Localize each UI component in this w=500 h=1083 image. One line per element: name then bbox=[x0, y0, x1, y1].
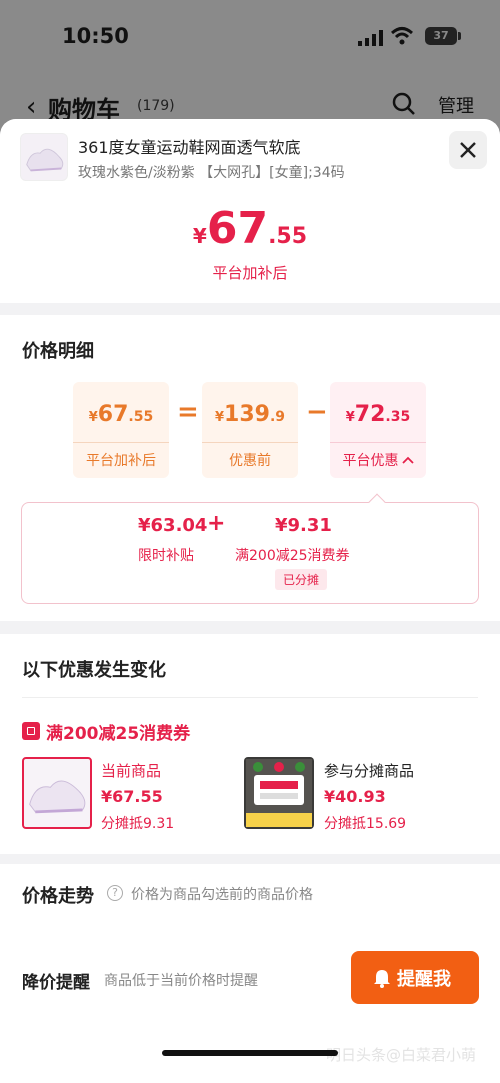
product-thumbnail bbox=[20, 133, 68, 181]
watermark: 明日头条@白菜君小萌 bbox=[326, 1046, 477, 1064]
current-item-image bbox=[22, 757, 92, 829]
help-icon[interactable]: ? bbox=[107, 885, 123, 901]
divider bbox=[22, 697, 478, 698]
subsidy-label: 限时补贴 bbox=[138, 548, 194, 564]
price-breakdown-section: 价格明细 ¥67.55 平台加补后 = ¥139.9 优惠前 − ¥72.35 … bbox=[0, 315, 500, 621]
changes-section: 以下优惠发生变化 满200减25消费券 当前商品 ¥67.55 分摊抵9.31 … bbox=[0, 634, 500, 854]
current-item-price: ¥67.55 bbox=[101, 787, 163, 806]
subsidy-value: ¥63.04 bbox=[138, 515, 208, 536]
minus-sign: − bbox=[306, 397, 328, 427]
final-price-box: ¥67.55 平台加补后 bbox=[73, 382, 169, 478]
original-price-box: ¥139.9 优惠前 bbox=[202, 382, 298, 478]
current-item-share: 分摊抵9.31 bbox=[101, 816, 175, 832]
cart-count: (179) bbox=[137, 98, 175, 114]
product-spec: 玫瑰水紫色/淡粉紫 【大网孔】[女童];34码 bbox=[78, 165, 345, 181]
product-title: 361度女童运动鞋网面透气软底 bbox=[78, 138, 301, 157]
shared-item-price: ¥40.93 bbox=[324, 787, 386, 806]
final-price-label: 平台加补后 bbox=[212, 264, 288, 282]
trend-title: 价格走势 bbox=[22, 886, 94, 907]
trend-note: 价格为商品勾选前的商品价格 bbox=[131, 887, 313, 903]
changes-title: 以下优惠发生变化 bbox=[22, 660, 166, 681]
plus-sign: + bbox=[207, 511, 226, 536]
final-price: ¥67.55 bbox=[192, 203, 308, 254]
signal-icon bbox=[358, 30, 383, 46]
close-icon bbox=[460, 142, 476, 158]
shared-item-image bbox=[244, 757, 314, 829]
shared-item-share: 分摊抵15.69 bbox=[324, 816, 407, 832]
section-title: 价格明细 bbox=[22, 341, 94, 362]
manage-button[interactable]: 管理 bbox=[438, 92, 474, 118]
current-item-label: 当前商品 bbox=[101, 762, 162, 780]
coupon-title: 满200减25消费券 bbox=[46, 724, 191, 744]
status-bar: 10:50 37 bbox=[0, 22, 500, 52]
home-indicator bbox=[162, 1050, 338, 1056]
bell-icon bbox=[374, 970, 390, 988]
shared-item-label: 参与分摊商品 bbox=[324, 762, 415, 780]
status-time: 10:50 bbox=[62, 24, 129, 48]
battery-icon: 37 bbox=[425, 27, 457, 45]
close-button[interactable] bbox=[449, 131, 487, 169]
discount-breakdown-box: ¥63.04 + ¥9.31 限时补贴 满200减25消费券 已分摊 bbox=[21, 502, 479, 604]
wifi-icon bbox=[390, 27, 414, 45]
coupon-icon bbox=[22, 722, 40, 740]
coupon-label: 满200减25消费券 bbox=[235, 548, 350, 564]
search-icon[interactable] bbox=[392, 92, 416, 116]
back-arrow-icon[interactable]: ‹ bbox=[26, 92, 36, 122]
remind-me-button[interactable]: 提醒我 bbox=[351, 951, 479, 1004]
chevron-up-icon bbox=[401, 456, 414, 464]
price-alert-note: 商品低于当前价格时提醒 bbox=[104, 973, 258, 989]
product-header: 361度女童运动鞋网面透气软底 玫瑰水紫色/淡粉紫 【大网孔】[女童];34码 … bbox=[0, 119, 500, 303]
platform-discount-box[interactable]: ¥72.35 平台优惠 bbox=[330, 382, 426, 478]
price-alert-title: 降价提醒 bbox=[22, 973, 90, 993]
price-detail-sheet: 361度女童运动鞋网面透气软底 玫瑰水紫色/淡粉紫 【大网孔】[女童];34码 … bbox=[0, 119, 500, 1083]
equals-sign: = bbox=[177, 397, 199, 427]
price-trend-section: 价格走势 ? 价格为商品勾选前的商品价格 降价提醒 商品低于当前价格时提醒 提醒… bbox=[0, 864, 500, 1083]
shared-tag: 已分摊 bbox=[275, 569, 328, 590]
coupon-value: ¥9.31 bbox=[275, 515, 332, 536]
battery-cap bbox=[458, 32, 461, 40]
